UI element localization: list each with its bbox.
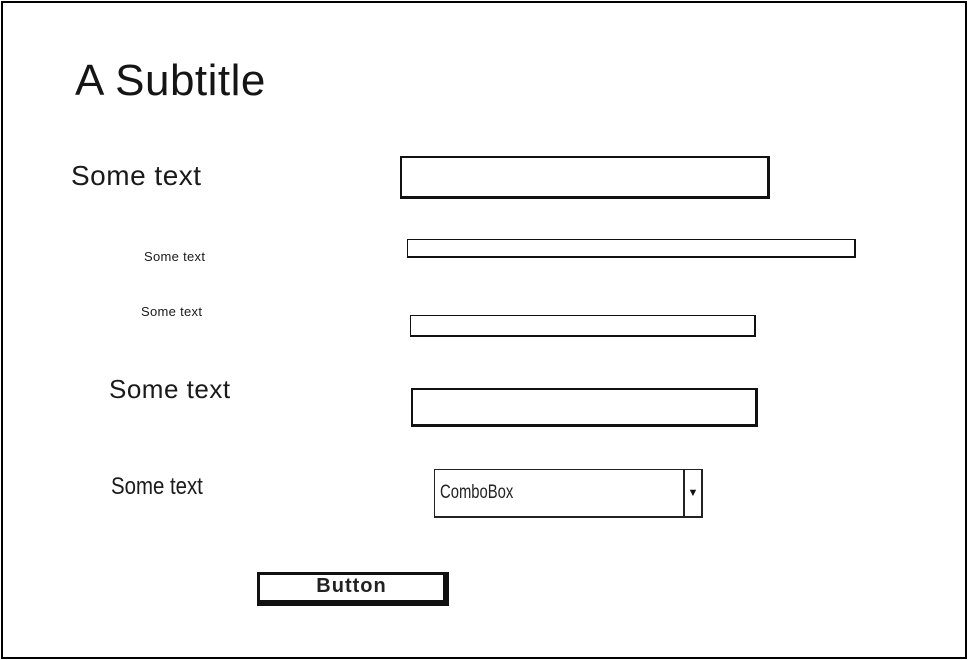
- submit-button[interactable]: Button: [257, 572, 449, 606]
- text-field-1[interactable]: [400, 156, 770, 199]
- page-subtitle: A Subtitle: [75, 56, 266, 105]
- combo-selected-value: ComboBox: [440, 482, 514, 503]
- combo-box[interactable]: ComboBox ▼: [434, 469, 703, 518]
- text-field-3[interactable]: [410, 315, 756, 337]
- wireframe-window: A Subtitle Some text Some text Some text…: [1, 1, 967, 659]
- field-label-3: Some text: [141, 304, 203, 319]
- field-label-2: Some text: [144, 249, 206, 264]
- combo-label: Some text: [111, 473, 203, 500]
- text-field-4[interactable]: [411, 388, 758, 427]
- text-field-2[interactable]: [407, 239, 856, 258]
- field-label-1: Some text: [71, 160, 202, 191]
- dropdown-arrow-icon[interactable]: ▼: [683, 470, 701, 516]
- field-label-4: Some text: [109, 374, 231, 404]
